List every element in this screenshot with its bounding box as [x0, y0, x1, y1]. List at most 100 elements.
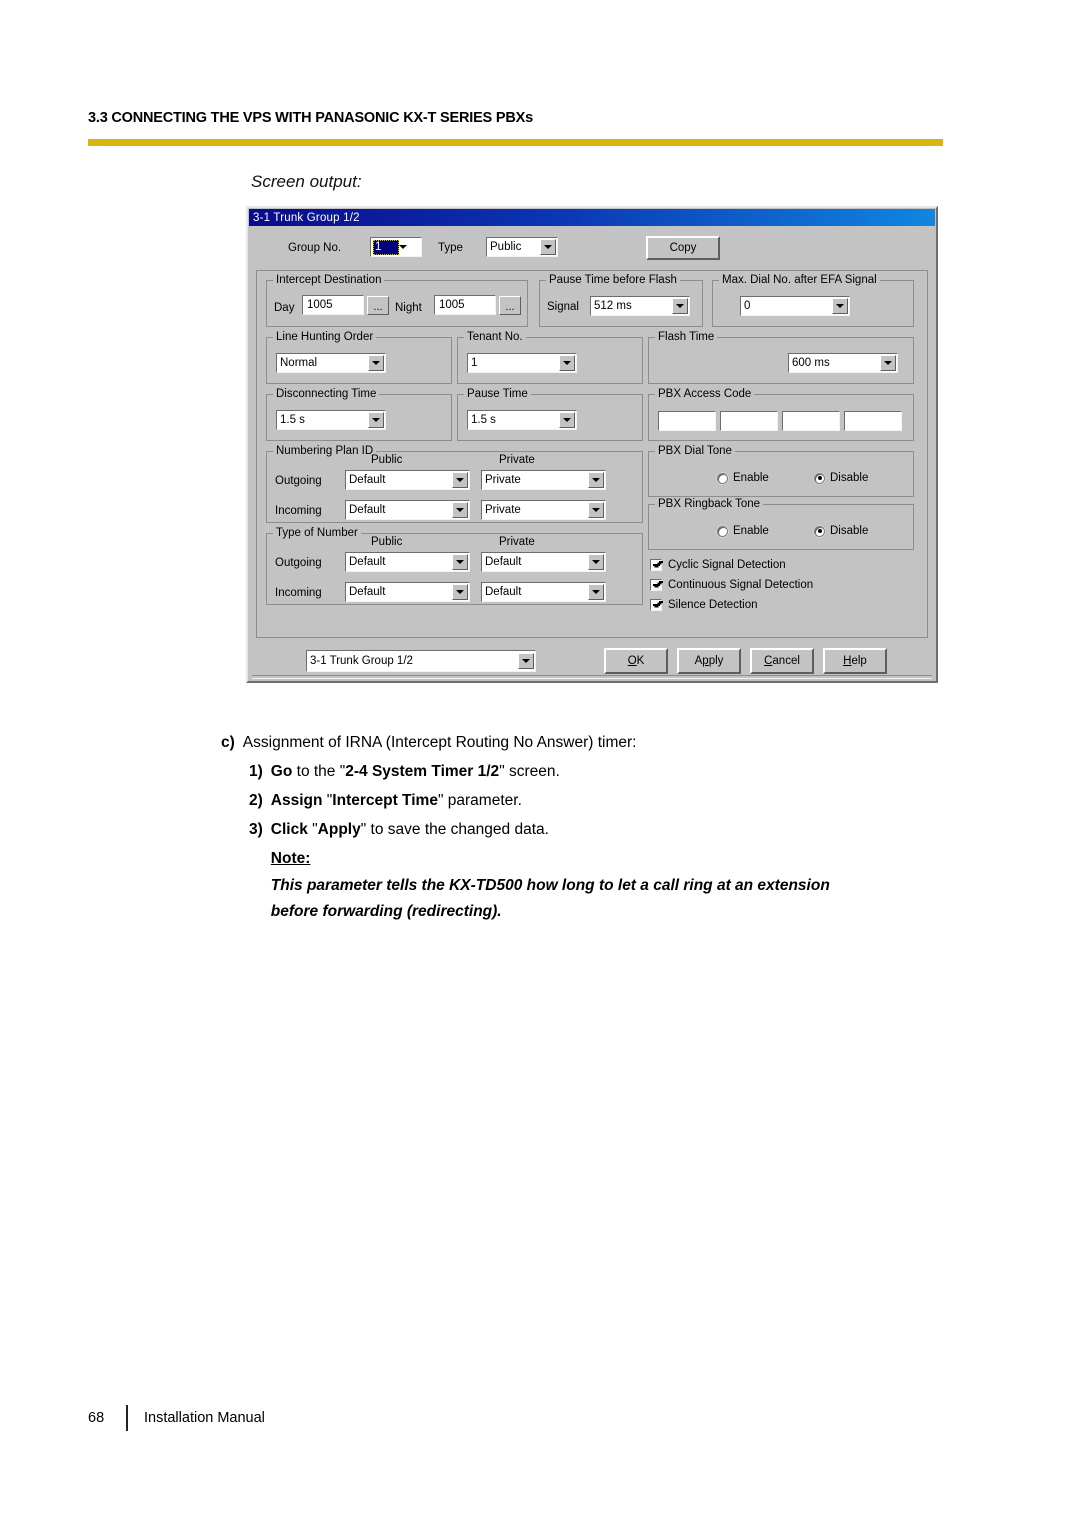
help-button[interactable]: Help	[823, 648, 887, 674]
flash-time-combo[interactable]: 600 ms	[788, 353, 898, 373]
chevron-down-icon[interactable]	[367, 412, 384, 428]
pbx-access-code-input-2[interactable]	[720, 411, 778, 431]
pause-time-before-flash-legend: Pause Time before Flash	[546, 274, 680, 286]
ton-outgoing-private-value: Default	[485, 556, 522, 568]
max-dial-no-value: 0	[744, 300, 751, 312]
signal-combo[interactable]: 512 ms	[590, 296, 690, 316]
type-of-number-legend: Type of Number	[273, 527, 361, 539]
chevron-down-icon[interactable]	[831, 298, 848, 314]
step2-bold-b: Intercept Time	[332, 792, 438, 809]
screen-selector-value: 3-1 Trunk Group 1/2	[310, 655, 413, 667]
ton-row-outgoing-label: Outgoing	[275, 557, 322, 569]
step3-end: " to save the changed data.	[360, 821, 549, 838]
ok-button[interactable]: OK	[604, 648, 668, 674]
copy-button[interactable]: Copy	[646, 236, 720, 260]
step3-bold-a: Click	[270, 821, 308, 838]
ton-outgoing-private-combo[interactable]: Default	[481, 552, 606, 572]
night-input[interactable]: 1005	[434, 295, 496, 315]
type-combo[interactable]: Public	[486, 237, 558, 257]
chevron-down-icon[interactable]	[451, 472, 468, 488]
line-hunting-order-combo[interactable]: Normal	[276, 353, 386, 373]
night-browse-button[interactable]: ...	[499, 296, 521, 315]
apply-post: ply	[708, 655, 724, 667]
chevron-down-icon[interactable]	[451, 554, 468, 570]
chevron-down-icon[interactable]	[517, 653, 534, 669]
npi-incoming-public-combo[interactable]: Default	[345, 500, 470, 520]
day-browse-button[interactable]: ...	[367, 296, 389, 315]
npi-outgoing-public-combo[interactable]: Default	[345, 470, 470, 490]
chevron-down-icon[interactable]	[671, 298, 688, 314]
step1-end: " screen.	[499, 763, 560, 780]
pause-time-value: 1.5 s	[471, 414, 496, 426]
chevron-down-icon[interactable]	[587, 502, 604, 518]
pbx-ringback-tone-disable-label: Disable	[830, 525, 869, 537]
checkbox-checked-icon	[650, 599, 662, 611]
numbering-plan-id-legend: Numbering Plan ID	[273, 445, 377, 457]
trunk-group-dialog: 3-1 Trunk Group 1/2 Group No. 1 Type Pub…	[246, 206, 938, 683]
flash-time-group: Flash Time 600 ms	[648, 331, 914, 384]
type-value: Public	[490, 241, 522, 253]
pbx-ringback-tone-enable-radio[interactable]: Enable	[717, 525, 769, 537]
pbx-dial-tone-enable-label: Enable	[733, 472, 769, 484]
chevron-down-icon[interactable]	[451, 502, 468, 518]
chevron-down-icon[interactable]	[879, 355, 896, 371]
step1-mid: to the "	[292, 763, 346, 780]
chevron-down-icon[interactable]	[558, 412, 575, 428]
cancel-button[interactable]: Cancel	[750, 648, 814, 674]
chevron-down-icon[interactable]	[587, 554, 604, 570]
step1-bold-a: Go	[270, 763, 293, 780]
npi-incoming-private-combo[interactable]: Private	[481, 500, 606, 520]
pbx-access-code-input-4[interactable]	[844, 411, 902, 431]
chevron-down-icon[interactable]	[558, 355, 575, 371]
chevron-down-icon[interactable]	[399, 245, 407, 249]
footer-doc-title: Installation Manual	[144, 1410, 265, 1426]
cancel-post: ancel	[772, 655, 800, 667]
chevron-down-icon[interactable]	[367, 355, 384, 371]
max-dial-no-combo[interactable]: 0	[740, 296, 850, 316]
type-of-number-group: Type of Number Public Private Outgoing D…	[266, 527, 643, 605]
pbx-dial-tone-group: PBX Dial Tone Enable Disable	[648, 445, 914, 497]
ton-col-public: Public	[371, 536, 403, 548]
tenant-no-combo[interactable]: 1	[467, 353, 577, 373]
group-no-combo[interactable]: 1	[370, 237, 422, 257]
continuous-signal-detection-checkbox[interactable]: Continuous Signal Detection	[650, 579, 813, 591]
pbx-access-code-input-1[interactable]	[658, 411, 716, 431]
page-footer: 68 Installation Manual	[88, 1405, 265, 1431]
group-no-label: Group No.	[288, 242, 342, 254]
ton-outgoing-public-value: Default	[349, 556, 386, 568]
apply-button[interactable]: Apply	[677, 648, 741, 674]
pbx-access-code-input-3[interactable]	[782, 411, 840, 431]
pbx-access-code-legend: PBX Access Code	[655, 388, 755, 400]
pbx-ringback-tone-group: PBX Ringback Tone Enable Disable	[648, 498, 914, 550]
intercept-destination-legend: Intercept Destination	[273, 274, 385, 286]
pbx-dial-tone-disable-radio[interactable]: Disable	[814, 472, 868, 484]
disconnecting-time-legend: Disconnecting Time	[273, 388, 380, 400]
step3-mid: "	[307, 821, 318, 838]
pbx-ringback-tone-legend: PBX Ringback Tone	[655, 498, 764, 510]
day-input[interactable]: 1005	[302, 295, 364, 315]
line-hunting-order-legend: Line Hunting Order	[273, 331, 377, 343]
pause-time-combo[interactable]: 1.5 s	[467, 410, 577, 430]
instructions-block: c) Assignment of IRNA (Intercept Routing…	[221, 728, 961, 925]
settings-panel: Intercept Destination Day 1005 ... Night…	[256, 270, 928, 638]
numbering-plan-id-group: Numbering Plan ID Public Private Outgoin…	[266, 445, 643, 523]
cancel-button-label: Cancel	[764, 655, 800, 667]
chevron-down-icon[interactable]	[539, 239, 556, 255]
section-title: 3.3 CONNECTING THE VPS WITH PANASONIC KX…	[88, 110, 533, 126]
disconnecting-time-combo[interactable]: 1.5 s	[276, 410, 386, 430]
cyclic-signal-detection-checkbox[interactable]: Cyclic Signal Detection	[650, 559, 786, 571]
item-c-text: Assignment of IRNA (Intercept Routing No…	[242, 734, 637, 751]
ton-incoming-public-combo[interactable]: Default	[345, 582, 470, 602]
chevron-down-icon[interactable]	[451, 584, 468, 600]
npi-outgoing-private-combo[interactable]: Private	[481, 470, 606, 490]
chevron-down-icon[interactable]	[587, 584, 604, 600]
chevron-down-icon[interactable]	[587, 472, 604, 488]
pbx-ringback-tone-disable-radio[interactable]: Disable	[814, 525, 868, 537]
dialog-titlebar[interactable]: 3-1 Trunk Group 1/2	[249, 209, 935, 226]
ton-incoming-private-combo[interactable]: Default	[481, 582, 606, 602]
pbx-dial-tone-enable-radio[interactable]: Enable	[717, 472, 769, 484]
ton-outgoing-public-combo[interactable]: Default	[345, 552, 470, 572]
silence-detection-checkbox[interactable]: Silence Detection	[650, 599, 758, 611]
npi-incoming-private-value: Private	[485, 504, 521, 516]
screen-selector-combo[interactable]: 3-1 Trunk Group 1/2	[306, 650, 536, 672]
